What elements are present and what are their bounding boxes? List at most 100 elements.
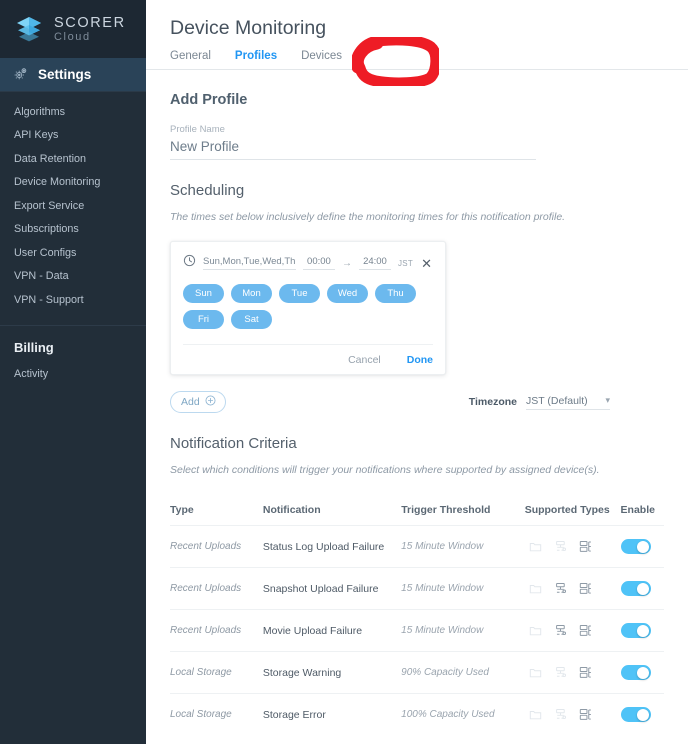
network-device-icon [555, 540, 566, 552]
schedule-card: Sun,Mon,Tue,Wed,Thu,Fr 00:00 → 24:00 JST… [170, 241, 446, 375]
sidebar-item-vpn-data[interactable]: VPN - Data [0, 265, 146, 289]
schedule-summary-row: Sun,Mon,Tue,Wed,Thu,Fr 00:00 → 24:00 JST… [183, 252, 433, 274]
server-rack-icon [579, 708, 591, 720]
folder-icon [529, 669, 541, 678]
cell-notification: Snapshot Upload Failure [262, 582, 379, 595]
enable-toggle[interactable] [620, 581, 651, 596]
day-chip-thu[interactable]: Thu [375, 284, 416, 303]
add-profile-section: Add Profile Profile Name New Profile [146, 92, 688, 160]
sidebar-item-label: User Configs [14, 246, 77, 259]
schedule-card-actions: Cancel Done [183, 344, 433, 374]
cell-enable [620, 581, 664, 596]
sidebar-item-label: Algorithms [14, 105, 66, 118]
sidebar-item-api-keys[interactable]: API Keys [0, 124, 146, 148]
table-row: Recent Uploads Snapshot Upload Failure 1… [170, 567, 664, 609]
cell-notification: Storage Warning [262, 666, 342, 679]
network-device-icon [555, 666, 566, 678]
sidebar-item-label: API Keys [14, 129, 59, 142]
cell-threshold: 15 Minute Window [401, 541, 484, 552]
cell-supported-types [525, 708, 621, 721]
column-header-threshold: Trigger Threshold [401, 504, 491, 516]
schedule-end-time-input[interactable]: 24:00 [358, 256, 391, 270]
sidebar-item-subscriptions[interactable]: Subscriptions [0, 218, 146, 242]
chevron-down-icon: ▾ [605, 395, 610, 405]
cell-notification: Storage Error [262, 708, 326, 721]
brand-logo-block[interactable]: SCORER Cloud [0, 0, 146, 58]
timezone-selected-value: JST (Default) [526, 394, 588, 407]
add-schedule-button[interactable]: Add [170, 391, 226, 413]
tab-devices[interactable]: Devices [301, 50, 342, 69]
notification-criteria-title: Notification Criteria [170, 435, 297, 452]
schedule-days-input[interactable]: Sun,Mon,Tue,Wed,Thu,Fr [203, 256, 296, 270]
cancel-button[interactable]: Cancel [348, 354, 381, 366]
cell-type: Local Storage [170, 709, 232, 720]
sidebar-item-settings[interactable]: Settings [0, 58, 146, 92]
day-chip-fri[interactable]: Fri [183, 310, 224, 329]
enable-toggle[interactable] [620, 665, 651, 680]
sidebar-item-label: Activity [14, 368, 49, 381]
sidebar-item-label: VPN - Support [14, 293, 84, 306]
sidebar-item-data-retention[interactable]: Data Retention [0, 147, 146, 171]
add-profile-title: Add Profile [170, 92, 248, 108]
cell-type: Recent Uploads [170, 583, 242, 594]
sidebar-item-vpn-support[interactable]: VPN - Support [0, 288, 146, 312]
scheduling-description: The times set below inclusively define t… [170, 211, 566, 223]
tab-bar: General Profiles Devices [146, 40, 688, 70]
day-chip-group: Sun Mon Tue Wed Thu Fri Sat [183, 284, 433, 333]
cell-enable [620, 665, 664, 680]
clock-icon [183, 254, 196, 272]
sidebar-item-label: Export Service [14, 199, 85, 212]
profile-name-input[interactable]: New Profile [170, 135, 536, 160]
cell-supported-types [525, 666, 621, 679]
sidebar-item-user-configs[interactable]: User Configs [0, 241, 146, 265]
profile-name-field[interactable]: Profile Name New Profile [170, 124, 536, 160]
cell-threshold: 15 Minute Window [401, 583, 484, 594]
done-button[interactable]: Done [407, 354, 433, 366]
cell-type: Recent Uploads [170, 541, 242, 552]
enable-toggle[interactable] [620, 707, 651, 722]
day-chip-wed[interactable]: Wed [327, 284, 368, 303]
day-chip-mon[interactable]: Mon [231, 284, 272, 303]
server-rack-icon [579, 540, 591, 552]
network-device-icon [555, 624, 566, 636]
notification-criteria-description: Select which conditions will trigger you… [170, 464, 600, 476]
sidebar-section-billing: Billing [14, 339, 54, 355]
tab-profiles[interactable]: Profiles [235, 50, 277, 69]
sidebar-item-activity[interactable]: Activity [0, 363, 146, 387]
app-root: SCORER Cloud Settings Algorithms API Key… [0, 0, 688, 744]
timezone-select[interactable]: JST (Default) ▾ [526, 395, 610, 410]
column-header-type: Type [170, 504, 194, 516]
enable-toggle[interactable] [620, 623, 651, 638]
day-chip-sat[interactable]: Sat [231, 310, 272, 329]
plus-circle-icon [205, 395, 216, 409]
table-header-row: Type Notification Trigger Threshold Supp… [170, 495, 664, 525]
day-chip-sun[interactable]: Sun [183, 284, 224, 303]
gears-icon [14, 66, 29, 84]
arrow-right-icon: → [341, 257, 352, 269]
tab-general[interactable]: General [170, 50, 211, 69]
main-content: Device Monitoring General Profiles Devic… [146, 0, 688, 744]
cell-threshold: 15 Minute Window [401, 625, 484, 636]
scheduling-section: Scheduling The times set below inclusive… [146, 182, 688, 413]
sidebar-item-label: Data Retention [14, 152, 87, 165]
sidebar-item-export-service[interactable]: Export Service [0, 194, 146, 218]
sidebar-item-label: Settings [38, 67, 92, 82]
close-icon[interactable]: ✕ [420, 257, 433, 270]
cell-supported-types [525, 582, 621, 595]
cell-supported-types [525, 624, 621, 637]
sidebar-billing-list: Activity [0, 361, 146, 393]
schedule-start-time-input[interactable]: 00:00 [302, 256, 335, 270]
day-chip-tue[interactable]: Tue [279, 284, 320, 303]
sidebar-item-label: VPN - Data [14, 270, 69, 283]
cell-enable [620, 707, 664, 722]
enable-toggle[interactable] [620, 539, 651, 554]
notification-criteria-table: Type Notification Trigger Threshold Supp… [170, 495, 664, 735]
folder-icon [529, 543, 541, 552]
server-rack-icon [579, 624, 591, 636]
timezone-label: Timezone [468, 395, 517, 408]
add-and-timezone-row: Add Timezone JST (Default) ▾ [170, 391, 610, 413]
sidebar-item-algorithms[interactable]: Algorithms [0, 100, 146, 124]
folder-icon [529, 711, 541, 720]
sidebar-item-device-monitoring[interactable]: Device Monitoring [0, 171, 146, 195]
sidebar-item-label: Device Monitoring [14, 176, 101, 189]
